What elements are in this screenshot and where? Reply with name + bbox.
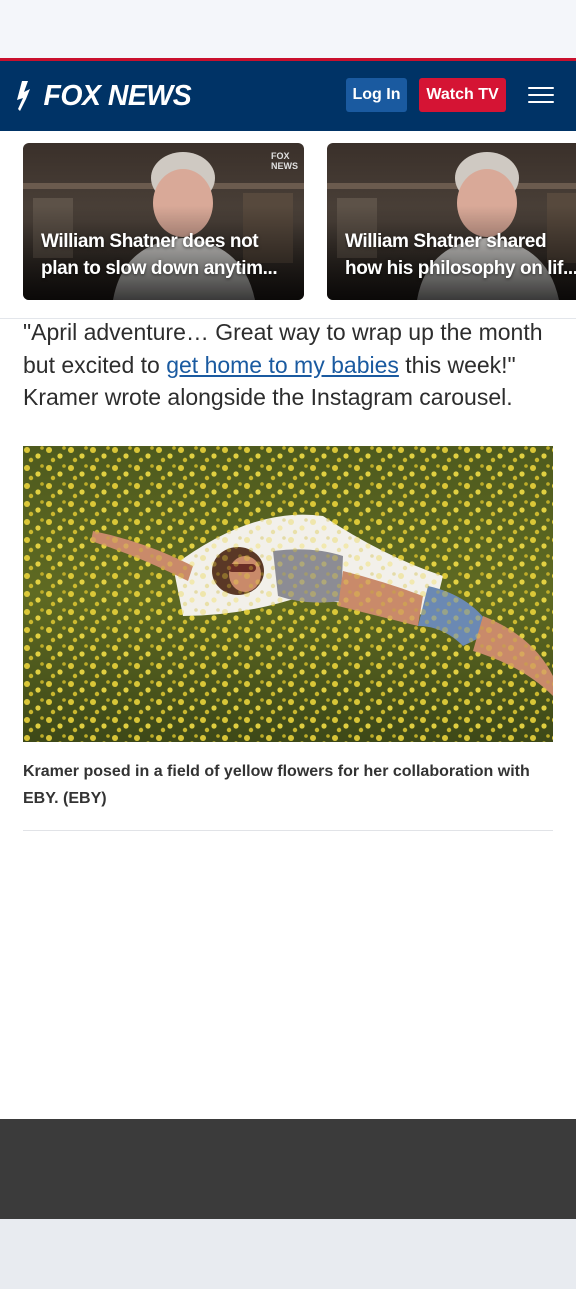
site-header: FOX NEWS Log In Watch TV <box>0 58 576 131</box>
fox-news-logo-icon <box>17 81 30 111</box>
menu-bar <box>528 87 554 89</box>
top-blank-area <box>0 0 576 58</box>
svg-text:NEWS: NEWS <box>271 161 298 171</box>
video-card[interactable]: William Shatner shared how his philosoph… <box>327 143 576 300</box>
logo-text: FOX NEWS <box>43 79 192 112</box>
article-link[interactable]: get home to my babies <box>166 352 399 378</box>
article-image[interactable] <box>23 446 553 742</box>
bottom-ad-banner <box>0 1119 576 1219</box>
page: FOX NEWS Log In Watch TV FOX NEWS Willia… <box>0 0 576 1289</box>
hamburger-menu-icon[interactable] <box>528 87 554 105</box>
video-carousel: FOX NEWS William Shatner does not plan t… <box>0 131 576 319</box>
article-paragraph: "April adventure… Great way to wrap up t… <box>23 316 553 414</box>
flower-field-photo <box>23 446 553 742</box>
title-line: William Shatner shared <box>345 231 547 252</box>
fox-news-logo[interactable]: FOX NEWS <box>16 79 193 113</box>
menu-bar <box>528 101 554 103</box>
bottom-bar <box>0 1219 576 1289</box>
ad-placeholder <box>0 831 576 1119</box>
login-button[interactable]: Log In <box>346 78 407 112</box>
watch-tv-button[interactable]: Watch TV <box>419 78 506 112</box>
menu-bar <box>528 94 554 96</box>
title-line: how his philosophy on lif... <box>345 258 576 279</box>
title-line: William Shatner does not <box>41 231 259 252</box>
svg-text:FOX: FOX <box>271 151 290 161</box>
title-line: plan to slow down anytim... <box>41 258 278 279</box>
video-card[interactable]: FOX NEWS William Shatner does not plan t… <box>23 143 304 300</box>
video-card-title: William Shatner does not plan to slow do… <box>41 228 296 282</box>
image-caption: Kramer posed in a field of yellow flower… <box>23 763 530 807</box>
video-card-title: William Shatner shared how his philosoph… <box>345 228 576 282</box>
